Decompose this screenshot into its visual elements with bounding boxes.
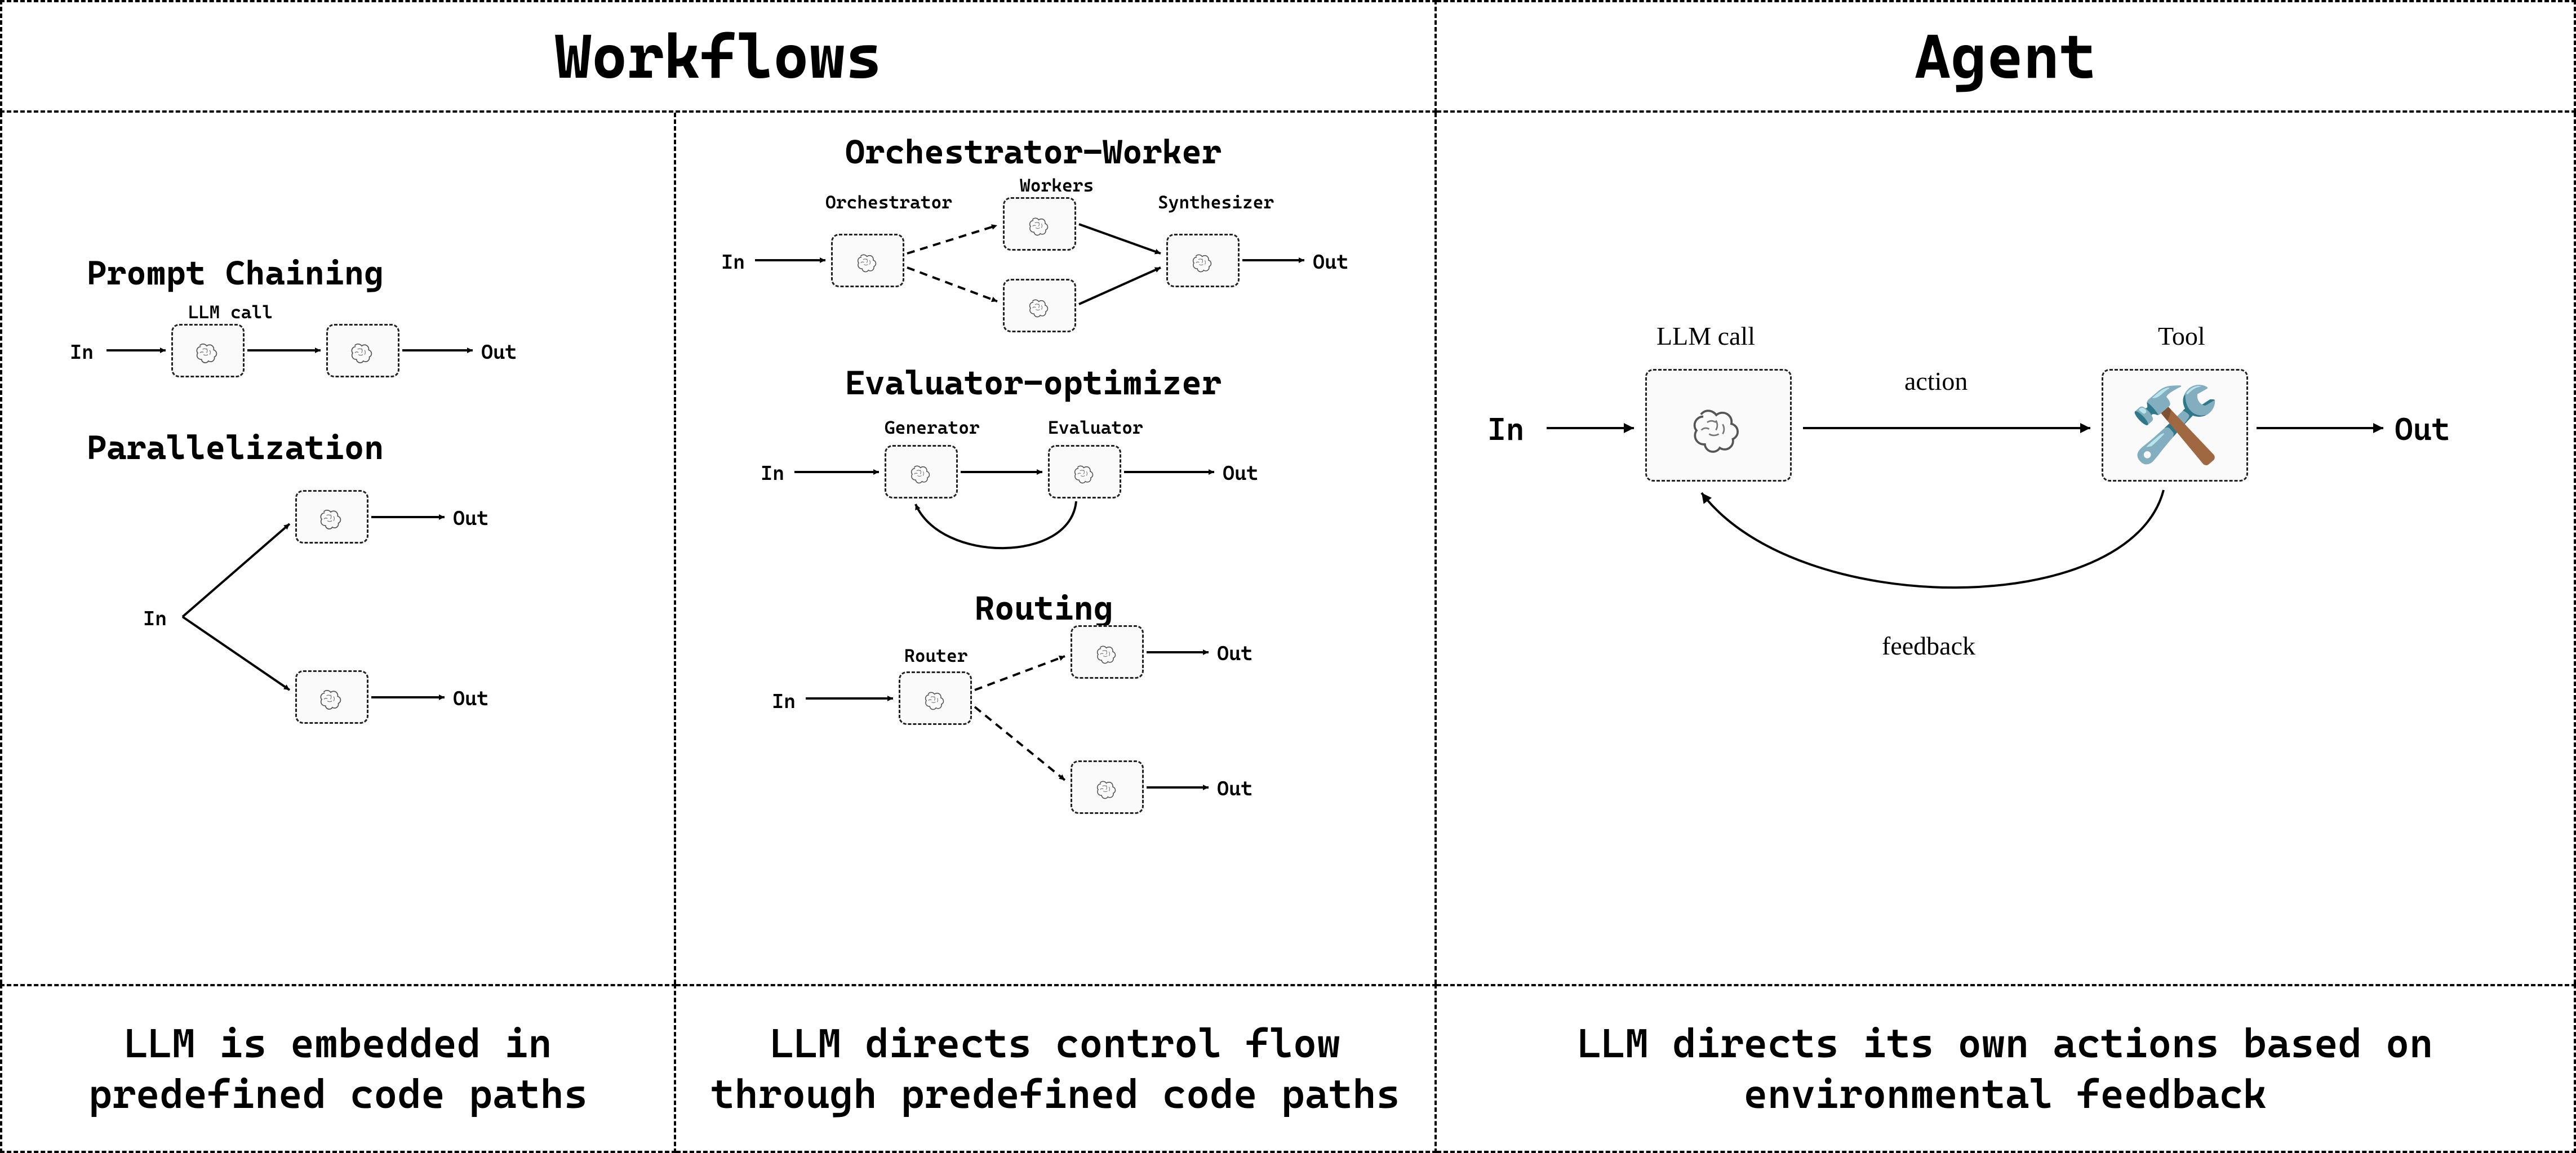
panel-workflows-static: Prompt Chaining LLM call In Out Parallel… [0, 113, 676, 984]
label-out-rt2: Out [1217, 777, 1253, 800]
label-workers: Workers [1020, 175, 1094, 196]
node-agent-llm [1645, 369, 1792, 482]
title-routing: Routing [975, 589, 1113, 628]
brain-icon [917, 684, 954, 713]
title-prompt-chaining: Prompt Chaining [87, 253, 384, 293]
arrows-agent [1437, 113, 2574, 984]
diagram-root: Workflows Agent Prompt Chaining LLM call… [0, 0, 2576, 1153]
label-orchestrator: Orchestrator [825, 192, 952, 213]
label-synthesizer: Synthesizer [1158, 192, 1274, 213]
footer-a: LLM is embedded in predefined code paths [0, 984, 676, 1153]
node-pc-llm1 [171, 324, 245, 377]
arrows-prompt-chaining [2, 113, 674, 984]
node-evaluator [1048, 445, 1121, 498]
node-orchestrator [831, 234, 904, 287]
label-llm-call-agent: LLM call [1656, 321, 1755, 351]
header-agent: Agent [1437, 0, 2576, 113]
node-agent-tool: 🛠️ [2102, 369, 2248, 482]
label-in-agent: In [1487, 411, 1525, 448]
label-in-pc: In [70, 341, 94, 364]
brain-icon [312, 682, 352, 713]
brain-icon [188, 335, 228, 366]
footer-c: LLM directs its own actions based on env… [1437, 984, 2576, 1153]
header-row: Workflows Agent [0, 0, 2576, 113]
brain-icon [1185, 247, 1222, 275]
label-evaluator: Evaluator [1048, 417, 1143, 438]
brain-icon [1675, 391, 1762, 459]
body-row: Prompt Chaining LLM call In Out Parallel… [0, 113, 2576, 984]
tools-icon: 🛠️ [2129, 389, 2220, 462]
node-worker1 [1003, 197, 1076, 251]
label-llm-call: LLM call [188, 301, 273, 323]
node-generator [885, 445, 958, 498]
label-in-rt: In [772, 690, 796, 713]
panel-agent: LLM call Tool action feedback In Out 🛠️ [1437, 113, 2576, 984]
label-out-eo: Out [1223, 462, 1258, 485]
label-in-ow: In [721, 251, 745, 274]
title-orchestrator-worker: Orchestrator-Worker [845, 132, 1222, 172]
node-par-llm1 [295, 490, 368, 544]
footer-b: LLM directs control flow through predefi… [676, 984, 1437, 1153]
label-router: Router [904, 645, 968, 666]
node-synthesizer [1166, 234, 1240, 287]
brain-icon [1067, 458, 1103, 486]
label-out-agent: Out [2395, 411, 2450, 448]
label-out-par2: Out [453, 687, 488, 710]
brain-icon [903, 458, 940, 486]
brain-icon [1089, 638, 1126, 666]
title-evaluator-optimizer: Evaluator-optimizer [845, 363, 1222, 403]
node-pc-llm2 [326, 324, 399, 377]
arrows-parallelization [2, 113, 674, 984]
label-in-eo: In [761, 462, 784, 485]
brain-icon [312, 501, 352, 532]
node-route-b [1071, 760, 1144, 814]
label-out-rt1: Out [1217, 642, 1253, 665]
brain-icon [343, 335, 383, 366]
node-worker2 [1003, 279, 1076, 332]
label-tool: Tool [2158, 321, 2205, 351]
label-out-par1: Out [453, 507, 488, 530]
label-generator: Generator [885, 417, 980, 438]
node-par-llm2 [295, 670, 368, 724]
brain-icon [1021, 292, 1058, 320]
brain-icon [1021, 210, 1058, 238]
panel-workflows-dynamic: Orchestrator-Worker Orchestrator Workers… [676, 113, 1437, 984]
footer-row: LLM is embedded in predefined code paths… [0, 984, 2576, 1153]
brain-icon [1089, 773, 1126, 802]
label-out-pc: Out [481, 341, 517, 364]
title-parallelization: Parallelization [87, 428, 384, 468]
label-action: action [1904, 366, 1967, 396]
label-in-par: In [143, 607, 167, 630]
header-workflows: Workflows [0, 0, 1437, 113]
label-out-ow: Out [1313, 251, 1348, 274]
brain-icon [850, 247, 886, 275]
label-feedback: feedback [1882, 631, 1975, 661]
node-route-a [1071, 625, 1144, 679]
node-router [899, 671, 972, 725]
